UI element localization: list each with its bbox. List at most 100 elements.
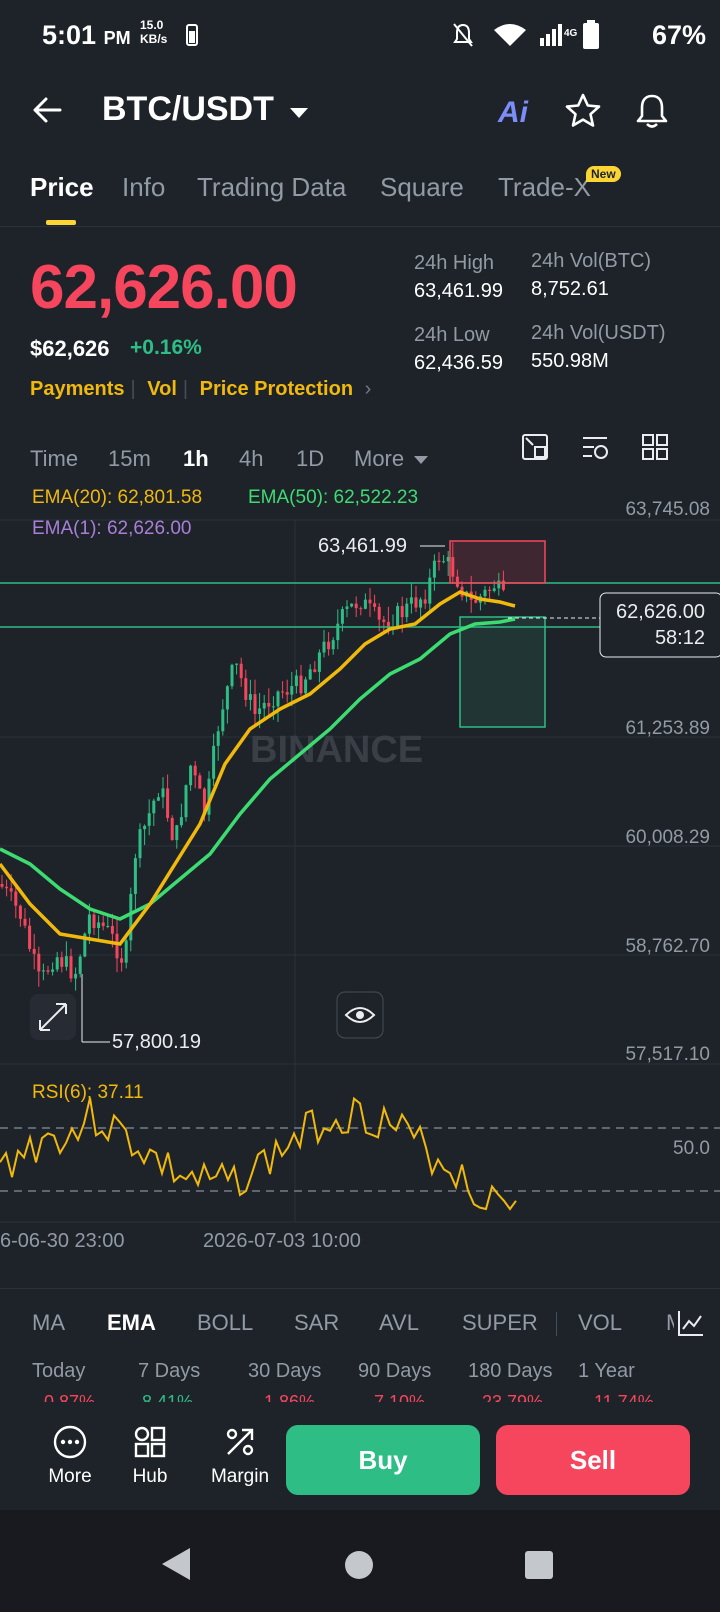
buy-button[interactable]: Buy	[286, 1425, 480, 1495]
timeframe-time[interactable]: Time	[30, 446, 78, 472]
last-price: 62,626.00	[30, 253, 298, 322]
indicator-ema[interactable]: EMA	[107, 1310, 156, 1336]
network-speed: 15.0 KB/s	[140, 18, 168, 46]
candle-body	[290, 686, 294, 695]
candle-body	[308, 669, 312, 680]
hub-button[interactable]: Hub	[120, 1424, 180, 1488]
nav-recents-icon[interactable]	[524, 1550, 554, 1580]
indicator-vol[interactable]: VOL	[578, 1310, 622, 1336]
candle-body	[37, 953, 41, 972]
indicator-chart-icon[interactable]	[676, 1308, 706, 1338]
candle-body	[18, 905, 22, 919]
indicator-avl[interactable]: AVL	[379, 1310, 419, 1336]
chip-payments[interactable]: Payments	[30, 378, 125, 400]
ai-assistant-button[interactable]: Ai	[498, 96, 528, 130]
candle-body	[492, 588, 496, 591]
low-label: 24h Low	[414, 324, 490, 346]
candle-body	[170, 817, 174, 841]
info-chips: Payments | Vol | Price Protection ›	[30, 378, 372, 400]
tab-info[interactable]: Info	[122, 172, 165, 203]
price-chart[interactable]: BINANCE 62,626.00 58:12 EMA(20): 62,801.…	[0, 484, 720, 1264]
hub-icon	[134, 1426, 166, 1458]
nav-home-icon[interactable]	[344, 1550, 374, 1580]
candle-body	[138, 829, 142, 859]
rsi-line	[0, 1096, 517, 1211]
signal-icon	[540, 24, 562, 46]
indicator-m[interactable]: M	[666, 1310, 674, 1336]
candle-body	[41, 970, 45, 972]
trading-pair-title[interactable]: BTC/USDT	[102, 90, 274, 129]
candle-body	[267, 702, 271, 707]
chip-price-protection[interactable]: Price Protection	[200, 378, 353, 400]
candle-body	[156, 797, 160, 801]
candle-body	[152, 800, 156, 814]
high-marker: 63,461.99	[318, 535, 407, 557]
candle-body	[110, 926, 114, 934]
candle-body	[55, 957, 59, 970]
margin-button[interactable]: Margin	[200, 1424, 280, 1488]
indicator-sar[interactable]: SAR	[294, 1310, 339, 1336]
favorite-star-icon[interactable]	[564, 92, 602, 130]
timeframe-1h[interactable]: 1h	[183, 446, 209, 472]
candle-body	[414, 597, 418, 608]
candle-body	[354, 603, 358, 609]
chevron-down-icon[interactable]	[290, 108, 308, 118]
candle-body	[87, 914, 91, 934]
take-profit-zone[interactable]	[459, 616, 546, 728]
y-tick: 57,517.10	[625, 1044, 710, 1065]
caret-down-icon[interactable]	[414, 456, 428, 464]
expand-icon[interactable]	[30, 994, 76, 1040]
candle-body	[28, 925, 32, 949]
indicator-super[interactable]: SUPER	[462, 1310, 538, 1336]
timeframe-1d[interactable]: 1D	[296, 446, 324, 472]
candle-body	[368, 599, 372, 604]
eye-icon[interactable]	[336, 991, 384, 1039]
stop-loss-zone[interactable]	[449, 540, 546, 584]
candle-body	[0, 884, 4, 887]
low-value: 62,436.59	[414, 352, 503, 374]
candle-body	[294, 675, 298, 687]
candle-body	[32, 948, 36, 954]
timeframe-15m[interactable]: 15m	[108, 446, 151, 472]
perf-value-today: -0.87%	[38, 1392, 96, 1402]
chart-settings-icon[interactable]	[520, 432, 550, 462]
candle-body	[14, 891, 18, 906]
back-arrow-icon[interactable]	[30, 92, 66, 128]
timeframe-more[interactable]: More	[354, 446, 404, 472]
candle-body	[175, 825, 179, 841]
bell-alert-icon[interactable]	[634, 92, 670, 130]
candle-body	[198, 775, 202, 789]
new-badge: New	[586, 166, 621, 182]
candle-body	[133, 858, 137, 894]
candle-body	[147, 813, 151, 826]
grid-layout-icon[interactable]	[640, 432, 670, 462]
candle-body	[193, 765, 197, 776]
candle-body	[345, 606, 349, 610]
perf-value-30d: -1.86%	[258, 1392, 316, 1402]
more-button[interactable]: More	[40, 1424, 100, 1488]
high-value: 63,461.99	[414, 280, 503, 302]
candle-body	[396, 606, 400, 628]
candle-body	[9, 888, 13, 892]
indicator-ma[interactable]: MA	[32, 1310, 65, 1336]
candle-body	[488, 589, 492, 591]
candle-body	[432, 560, 436, 578]
tab-price[interactable]: Price	[30, 172, 94, 203]
perf-value-180d: -23.79%	[476, 1392, 544, 1402]
tab-trading-data[interactable]: Trading Data	[197, 172, 346, 203]
indicator-boll[interactable]: BOLL	[197, 1310, 253, 1336]
battery-icon	[583, 20, 599, 49]
nav-back-icon[interactable]	[160, 1546, 192, 1582]
perf-label-180d: 180 Days	[468, 1360, 553, 1382]
indicator-settings-icon[interactable]	[580, 432, 610, 462]
tab-square[interactable]: Square	[380, 172, 464, 203]
candle-body	[373, 603, 377, 607]
timeframe-4h[interactable]: 4h	[239, 446, 263, 472]
chevron-right-icon[interactable]: ›	[365, 378, 372, 400]
sell-button[interactable]: Sell	[496, 1425, 690, 1495]
candle-body	[166, 788, 170, 818]
candle-body	[124, 940, 128, 963]
tab-trade-x[interactable]: Trade-X	[498, 172, 591, 203]
usd-price: $62,626	[30, 336, 110, 361]
chip-vol[interactable]: Vol	[147, 378, 177, 400]
